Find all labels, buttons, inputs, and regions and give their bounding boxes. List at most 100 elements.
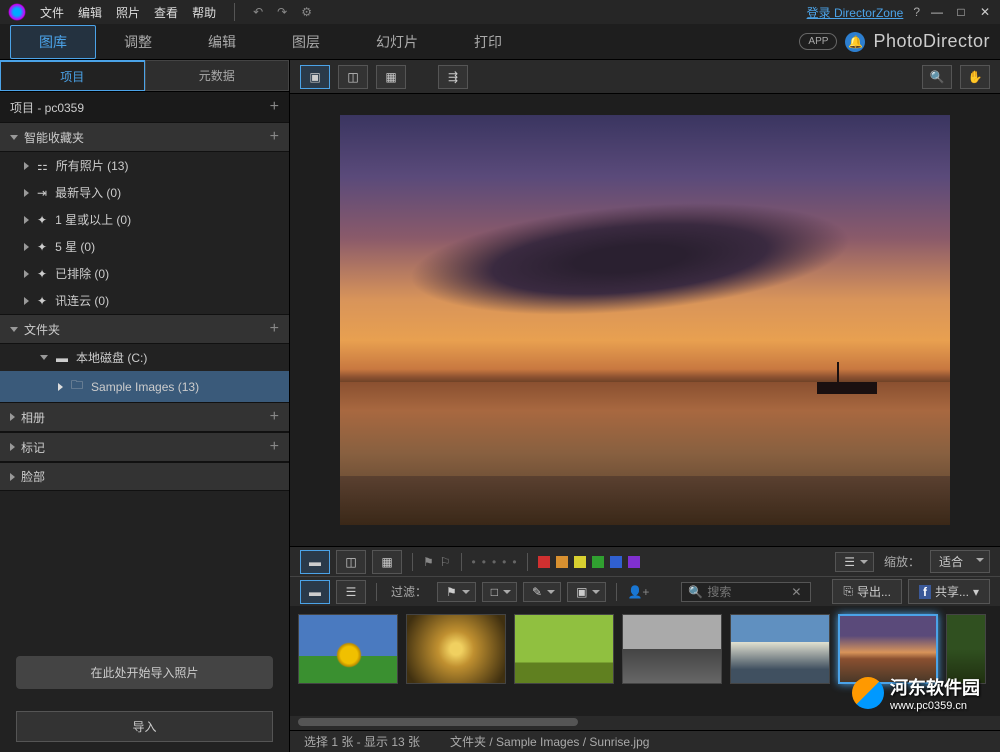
import-button[interactable]: 导入 [16, 711, 273, 742]
color-tag-yellow[interactable] [574, 556, 586, 568]
sort-dropdown[interactable]: ☰ [835, 552, 874, 572]
thumb-view-icon[interactable]: ▬ [300, 580, 330, 604]
menu-file[interactable]: 文件 [40, 4, 64, 21]
menu-help[interactable]: 帮助 [192, 4, 216, 21]
view-grid-icon[interactable]: ▦ [376, 65, 406, 89]
login-link[interactable]: 登录 DirectorZone [807, 4, 904, 21]
thumbnail-selected[interactable] [838, 614, 938, 684]
tree-item-sample-images[interactable]: 🗀Sample Images (13) [0, 371, 289, 402]
flag-x-icon[interactable]: ⚐ [440, 555, 451, 569]
side-tab-project[interactable]: 项目 [0, 60, 145, 91]
notification-icon[interactable]: 🔔 [845, 32, 865, 52]
chevron-down-icon [10, 327, 18, 332]
tree-item-5star[interactable]: ✦5 星 (0) [0, 233, 289, 260]
filter-edit-dropdown[interactable]: ✎ [523, 582, 561, 602]
menu-edit[interactable]: 编辑 [78, 4, 102, 21]
tree-item-excluded[interactable]: ✦已排除 (0) [0, 260, 289, 287]
search-box[interactable]: 🔍 ✕ [681, 582, 811, 602]
status-bar: 选择 1 张 - 显示 13 张 文件夹 / Sample Images / S… [290, 730, 1000, 752]
flag-icon[interactable]: ⚑ [423, 555, 434, 569]
chevron-right-icon [24, 270, 29, 278]
maximize-icon[interactable]: □ [954, 5, 968, 19]
chevron-right-icon [24, 243, 29, 251]
close-icon[interactable]: ✕ [978, 5, 992, 19]
color-tag-purple[interactable] [628, 556, 640, 568]
app-badge[interactable]: APP [799, 33, 837, 50]
thumbnail[interactable] [622, 614, 722, 684]
preview-image [340, 115, 950, 525]
zoom-dropdown[interactable]: 适合 [930, 550, 990, 573]
share-button[interactable]: f共享...▾ [908, 579, 990, 604]
add-folder-icon[interactable]: + [270, 320, 279, 338]
tab-layers[interactable]: 图层 [264, 26, 348, 58]
thumbnail[interactable] [514, 614, 614, 684]
zoom-tool-icon[interactable]: 🔍 [922, 65, 952, 89]
color-tag-orange[interactable] [556, 556, 568, 568]
layout-split-icon[interactable]: ◫ [336, 550, 366, 574]
section-tags[interactable]: 标记 + [0, 432, 289, 462]
export-button[interactable]: ⎘导出... [832, 579, 902, 604]
status-selection: 选择 1 张 - 显示 13 张 [304, 733, 420, 750]
section-smart-collections[interactable]: 智能收藏夹 + [0, 122, 289, 152]
thumbnail[interactable] [946, 614, 986, 684]
star-icon[interactable]: • [502, 555, 506, 569]
section-folders[interactable]: 文件夹 + [0, 314, 289, 344]
star-icon[interactable]: • [492, 555, 496, 569]
star-icon[interactable]: • [472, 555, 476, 569]
filter-stack-dropdown[interactable]: ▣ [567, 582, 606, 602]
tab-edit[interactable]: 编辑 [180, 26, 264, 58]
filter-flag-dropdown[interactable]: ⚑ [437, 582, 476, 602]
menu-view[interactable]: 查看 [154, 4, 178, 21]
search-icon: 🔍 [688, 585, 703, 599]
filmstrip-scrollbar-track[interactable] [290, 716, 1000, 730]
status-path: 文件夹 / Sample Images / Sunrise.jpg [450, 733, 649, 750]
side-tab-metadata[interactable]: 元数据 [145, 60, 290, 91]
section-albums[interactable]: 相册 + [0, 402, 289, 432]
clear-search-icon[interactable]: ✕ [791, 585, 801, 599]
pan-tool-icon[interactable]: ✋ [960, 65, 990, 89]
filmstrip-scrollbar-thumb[interactable] [298, 718, 578, 726]
list-view-icon[interactable]: ☰ [336, 580, 366, 604]
view-mirror-icon[interactable]: ⇶ [438, 65, 468, 89]
app-name: PhotoDirector [873, 31, 990, 52]
menu-photo[interactable]: 照片 [116, 4, 140, 21]
tree-item-cloud[interactable]: ✦讯连云 (0) [0, 287, 289, 314]
color-tag-green[interactable] [592, 556, 604, 568]
tree-item-recent-import[interactable]: ⇥最新导入 (0) [0, 179, 289, 206]
section-label: 脸部 [21, 468, 45, 485]
star-icon[interactable]: • [482, 555, 486, 569]
layout-bottom-icon[interactable]: ▬ [300, 550, 330, 574]
tab-print[interactable]: 打印 [446, 26, 530, 58]
tab-library[interactable]: 图库 [10, 25, 96, 59]
tree-item-1star[interactable]: ✦1 星或以上 (0) [0, 206, 289, 233]
tab-slideshow[interactable]: 幻灯片 [348, 26, 446, 58]
filter-color-dropdown[interactable]: □ [482, 582, 517, 602]
star-icon[interactable]: • [512, 555, 516, 569]
preview-area[interactable] [290, 94, 1000, 546]
thumbnail[interactable] [298, 614, 398, 684]
view-single-icon[interactable]: ▣ [300, 65, 330, 89]
help-icon[interactable]: ? [913, 5, 920, 19]
redo-icon[interactable]: ↷ [277, 5, 287, 19]
search-input[interactable] [707, 585, 787, 599]
tree-item-local-disk[interactable]: ▬本地磁盘 (C:) [0, 344, 289, 371]
add-album-icon[interactable]: + [270, 408, 279, 426]
view-compare-icon[interactable]: ◫ [338, 65, 368, 89]
filmstrip[interactable] [290, 606, 1000, 716]
section-faces[interactable]: 脸部 [0, 462, 289, 491]
add-project-icon[interactable]: + [270, 98, 279, 116]
undo-icon[interactable]: ↶ [253, 5, 263, 19]
face-tag-icon[interactable]: 👤+ [627, 585, 649, 599]
minimize-icon[interactable]: — [930, 5, 944, 19]
add-smart-icon[interactable]: + [270, 128, 279, 146]
tab-adjust[interactable]: 调整 [96, 26, 180, 58]
add-tag-icon[interactable]: + [270, 438, 279, 456]
thumbnail[interactable] [406, 614, 506, 684]
thumbnail[interactable] [730, 614, 830, 684]
settings-icon[interactable]: ⚙ [301, 5, 312, 19]
color-tag-red[interactable] [538, 556, 550, 568]
app-logo-icon [8, 3, 26, 21]
color-tag-blue[interactable] [610, 556, 622, 568]
tree-item-all-photos[interactable]: ⚏所有照片 (13) [0, 152, 289, 179]
layout-grid-icon[interactable]: ▦ [372, 550, 402, 574]
